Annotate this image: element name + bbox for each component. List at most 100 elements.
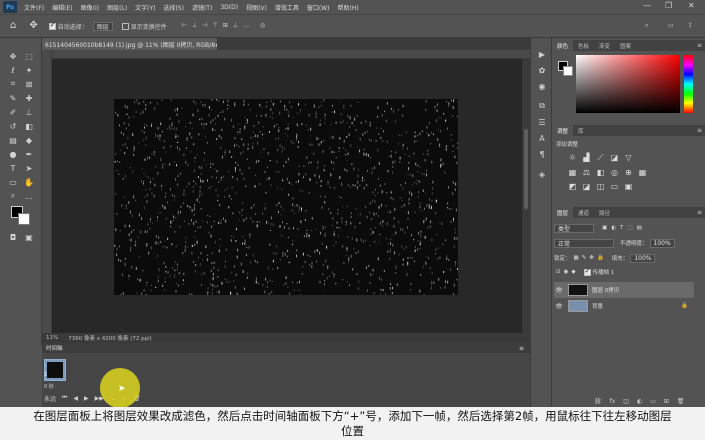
new-group-icon[interactable]: ▭ [650,398,656,405]
filter-pixel-icon[interactable]: ▣ [602,225,607,231]
vertical-scrollbar[interactable] [522,59,530,333]
pen-tool-icon[interactable]: ✒ [22,148,36,160]
color-balance-icon[interactable]: ⚖ [582,168,591,177]
eraser-tool-icon[interactable]: ◧ [22,120,36,132]
stamp-tool-icon[interactable]: ⊥ [22,106,36,118]
menu-file[interactable]: 文件(F) [20,3,48,12]
document-tab[interactable]: 6151404560010b8149 (1).jpg @ 11% (图层 0拷贝… [42,38,217,50]
gradient-tool-icon[interactable]: ▤ [6,134,20,146]
quick-mask-icon[interactable]: ◘ [6,231,20,243]
zoom-level[interactable]: 11% [46,335,58,341]
loop-option[interactable]: 永远 [44,394,56,403]
tab-gradients[interactable]: 渐变 [594,40,615,51]
hand-tool-icon[interactable]: ✋ [22,176,36,188]
hue-saturation-icon[interactable]: ▦ [568,168,577,177]
filter-adjust-icon[interactable]: ◐ [611,225,616,231]
exposure-icon[interactable]: ◪ [610,153,619,162]
align-center-icon[interactable]: ⊥ [192,23,197,29]
tab-libraries[interactable]: 库 [573,125,589,136]
brush-settings-icon[interactable]: ✿ [535,64,549,76]
history-brush-icon[interactable]: ↺ [6,120,20,132]
home-icon[interactable]: ⌂ [10,21,16,31]
filter-type-icon[interactable]: T [620,225,623,231]
tab-color[interactable]: 颜色 [552,40,574,51]
glyphs-icon[interactable]: ◈ [535,168,549,180]
clone-source-icon[interactable]: ◉ [535,80,549,92]
color-lookup-icon[interactable]: ▦ [638,168,647,177]
panel-menu-icon[interactable]: ≡ [697,42,702,49]
document-image[interactable] [114,99,458,295]
zoom-tool-icon[interactable]: ⌕ [6,190,20,202]
panel-menu-icon[interactable]: ≡ [697,209,702,216]
more-options-icon[interactable]: … [243,23,249,29]
layer-kind-filter[interactable]: 类型 [554,223,594,233]
lock-all-icon[interactable]: 🔒 [597,255,604,261]
delete-layer-icon[interactable]: 🗑 [677,398,685,405]
opacity-field[interactable]: 100% [649,238,675,248]
photo-filter-icon[interactable]: ◎ [610,168,619,177]
eyedropper-icon[interactable]: ✎ [6,92,20,104]
tab-patterns[interactable]: 图案 [615,40,636,51]
unify-position-icon[interactable]: ⊡ [556,269,561,275]
layer-row[interactable]: 👁 背景 🔒 [554,298,694,314]
close-button[interactable]: ✕ [688,1,695,10]
maximize-button[interactable]: ❐ [665,1,672,10]
move-tool-icon[interactable]: ✥ [29,21,37,31]
tab-swatches[interactable]: 色板 [573,40,594,51]
align-bottom-icon[interactable]: ⊥ [233,23,238,29]
selective-color-icon[interactable]: ▣ [624,182,633,191]
color-picker-field[interactable] [576,55,680,113]
invert-icon[interactable]: ◩ [568,182,577,191]
screen-mode-icon[interactable]: ▣ [22,231,36,243]
unify-visibility-icon[interactable]: ◉ [564,269,569,275]
marquee-tool-icon[interactable]: ⬚ [22,50,36,62]
align-right-icon[interactable]: ⊣ [202,23,207,29]
layer-style-icon[interactable]: fx [610,398,616,405]
tab-channels[interactable]: 通道 [573,207,594,218]
lock-pixels-icon[interactable]: ▦ [574,255,579,261]
visibility-eye-icon[interactable]: 👁 [554,303,564,310]
more-tools-icon[interactable]: … [22,190,36,202]
path-select-icon[interactable]: ➤ [22,162,36,174]
play-icon[interactable]: ▶ [84,395,89,402]
menu-3d[interactable]: 3D(D) [216,4,242,11]
3d-mode-icon[interactable]: ◎ [260,23,265,29]
shape-tool-icon[interactable]: ▭ [6,176,20,188]
background-color-swatch[interactable] [18,213,30,225]
lock-paint-icon[interactable]: ✎ [582,255,587,261]
panel-menu-icon[interactable]: ≡ [519,345,524,352]
menu-type[interactable]: 文字(Y) [131,3,159,12]
tab-paths[interactable]: 路径 [594,207,615,218]
black-white-icon[interactable]: ◧ [596,168,605,177]
threshold-icon[interactable]: ◫ [596,182,605,191]
move-tool-icon[interactable]: ✥ [6,50,20,62]
menu-layer[interactable]: 图层(L) [103,3,131,12]
menu-help[interactable]: 帮助(H) [334,3,363,12]
magic-wand-icon[interactable]: ✦ [22,64,36,76]
menu-plugins[interactable]: 增效工具 [271,3,303,12]
align-middle-icon[interactable]: ⊞ [223,23,228,29]
auto-select-target-dropdown[interactable]: 图层 [92,21,113,31]
link-layers-icon[interactable]: ⛓ [594,398,602,405]
properties-icon[interactable]: ☰ [535,116,549,128]
fill-field[interactable]: 100% [630,253,656,263]
menu-image[interactable]: 图像(I) [77,3,103,12]
dodge-tool-icon[interactable]: ● [6,148,20,160]
add-mask-icon[interactable]: ◫ [623,398,629,405]
blend-mode-dropdown[interactable]: 正常 [554,238,614,248]
curves-icon[interactable]: ⟋ [596,153,605,162]
workspace-icon[interactable]: ▭ [668,23,674,29]
vibrance-icon[interactable]: ▽ [624,153,633,162]
layer-row[interactable]: 👁 图层 0拷贝 [554,282,694,298]
scrollbar-thumb[interactable] [524,129,528,209]
character-icon[interactable]: A [535,132,549,144]
brush-tool-icon[interactable]: ✐ [6,106,20,118]
search-icon[interactable]: ⌕ [645,23,648,29]
frame-tool-icon[interactable]: ⊠ [22,78,36,90]
levels-icon[interactable]: ▟ [582,153,591,162]
minimize-button[interactable]: — [643,1,651,10]
show-transform-checkbox[interactable] [121,22,129,30]
visibility-eye-icon[interactable]: 👁 [554,287,564,294]
blur-tool-icon[interactable]: ◆ [22,134,36,146]
play-icon[interactable]: ▶ [535,48,549,60]
